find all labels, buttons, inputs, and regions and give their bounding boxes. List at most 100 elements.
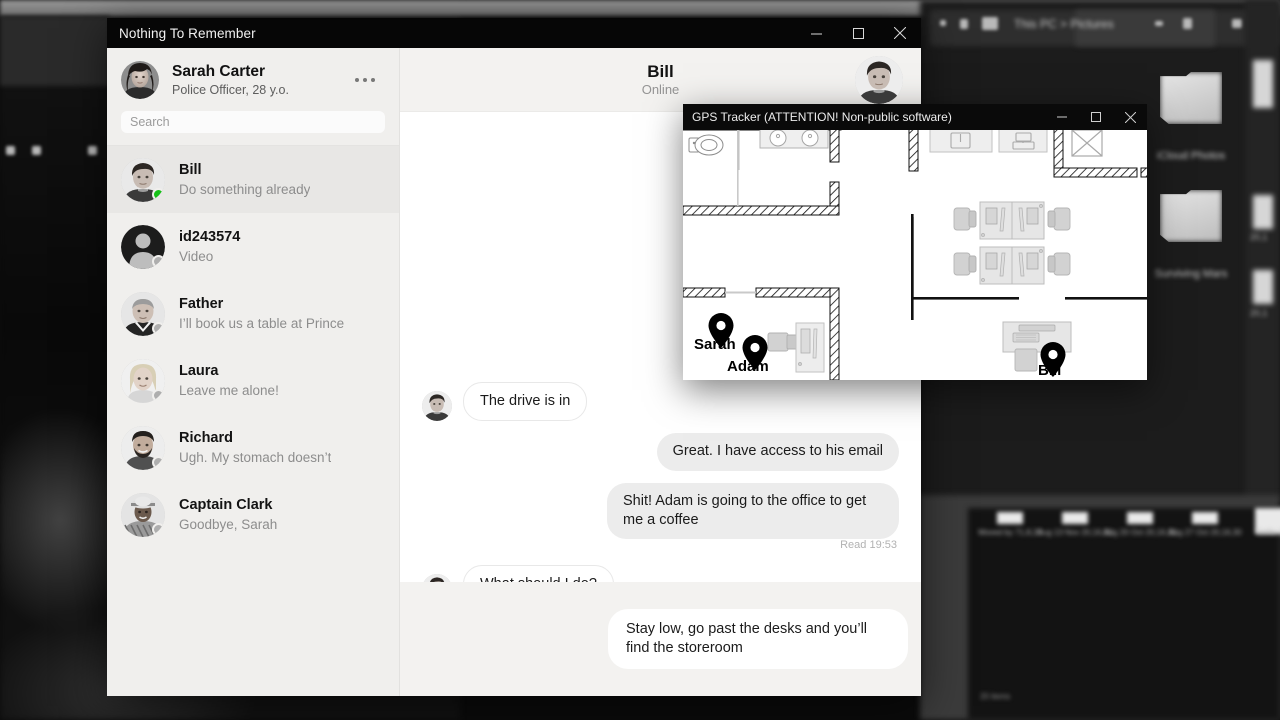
close-icon[interactable] (1113, 104, 1147, 130)
background-file-label: Selfie 20 (1256, 528, 1280, 537)
messenger-titlebar: Nothing To Remember (107, 18, 921, 48)
message-bubble: Shit! Adam is going to the office to get… (607, 482, 899, 540)
profile-name: Sarah Carter (172, 62, 266, 80)
contact-name: id243574 (179, 228, 241, 245)
background-thumb (997, 512, 1023, 524)
gps-window-title: GPS Tracker (ATTENTION! Non-public softw… (692, 110, 952, 124)
message-row: Shit! Adam is going to the office to get… (400, 482, 921, 540)
contact-preview: Ugh. My stomach doesn’t (179, 450, 332, 466)
background-icon (960, 19, 968, 29)
message-bubble: What should I do? (463, 565, 614, 582)
background-thumb (1192, 512, 1218, 524)
contact-preview: Do something already (179, 182, 311, 198)
contact-preview: Video (179, 249, 214, 265)
background-breadcrumb: This PC > Pictures (1014, 17, 1114, 31)
contact-name: Laura (179, 362, 219, 379)
maximize-icon[interactable] (1079, 104, 1113, 130)
messenger-window-title: Nothing To Remember (119, 25, 256, 41)
avatar (121, 224, 165, 269)
avatar (121, 492, 165, 537)
chat-contact-name: Bill (647, 61, 674, 81)
user-profile[interactable]: Sarah Carter Police Officer, 28 y.o. (107, 48, 399, 109)
floorplan-svg (683, 130, 1147, 380)
gps-titlebar: GPS Tracker (ATTENTION! Non-public softw… (683, 104, 1147, 130)
contact-preview: I’ll book us a table at Prince (179, 316, 345, 332)
contact-name: Bill (179, 161, 202, 178)
chat-header-titles: Bill Online (400, 62, 921, 98)
avatar (121, 358, 165, 403)
background-icon (1253, 270, 1273, 304)
message-bubble: The drive is in (463, 382, 588, 422)
chat-contact-status: Online (641, 82, 680, 98)
background-toolbar-left (0, 16, 110, 86)
contact-item-bill[interactable]: Bill Do something already (107, 146, 399, 213)
minimize-icon[interactable] (1045, 104, 1079, 130)
background-icon (940, 20, 946, 26)
message-row: Great. I have access to his email (400, 433, 921, 471)
sidebar: Sarah Carter Police Officer, 28 y.o. Sea… (107, 48, 400, 696)
background-icon (6, 146, 15, 155)
message-composer[interactable]: Stay low, go past the desks and you’ll f… (400, 582, 921, 696)
background-status-text: 20 items (980, 692, 1011, 701)
map-pin-label-bill: Bill (1038, 362, 1062, 379)
background-label: 20,1 (1250, 232, 1268, 242)
background-icon (32, 146, 41, 155)
background-lower-content (968, 508, 1280, 720)
status-indicator-offline (152, 522, 165, 536)
contact-item-richard[interactable]: Richard Ugh. My stomach doesn’t (107, 414, 399, 481)
map-pin-label-sarah: Sarah (694, 336, 736, 353)
background-icon (1253, 60, 1273, 108)
contact-preview: Leave me alone! (179, 383, 279, 399)
background-icon (1232, 19, 1242, 28)
avatar (121, 61, 159, 99)
draft-message[interactable]: Stay low, go past the desks and you’ll f… (608, 608, 908, 670)
avatar (422, 391, 452, 422)
background-icon (1183, 18, 1192, 29)
background-folder-icon (1160, 190, 1222, 242)
avatar (422, 574, 452, 582)
avatar (121, 291, 165, 336)
background-icon (1155, 21, 1163, 26)
contact-list: Bill Do something already id243574 Video… (107, 145, 399, 696)
status-indicator-offline (152, 388, 165, 402)
contact-item-captain-clark[interactable]: Captain Clark Goodbye, Sarah (107, 481, 399, 548)
background-thumb (1127, 512, 1153, 524)
maximize-icon[interactable] (837, 18, 879, 48)
avatar (121, 425, 165, 470)
contact-item-laura[interactable]: Laura Leave me alone! (107, 347, 399, 414)
status-indicator-online (152, 187, 165, 201)
contact-item-father[interactable]: Father I’ll book us a table at Prince (107, 280, 399, 347)
message-bubble: Great. I have access to his email (656, 433, 899, 471)
gps-tracker-window: GPS Tracker (ATTENTION! Non-public softw… (683, 104, 1147, 380)
read-receipt: Read 19:53 (840, 539, 897, 552)
chat-header-avatar[interactable] (855, 55, 903, 104)
search-input[interactable] (121, 111, 385, 133)
background-icon (1253, 195, 1273, 229)
contact-preview: Goodbye, Sarah (179, 517, 278, 533)
status-indicator-offline (152, 455, 165, 469)
map-pin-label-adam: Adam (727, 358, 769, 375)
contact-name: Richard (179, 429, 233, 446)
chat-header: Bill Online (400, 48, 921, 112)
status-indicator-offline (152, 321, 165, 335)
background-icon (88, 146, 97, 155)
background-label: 20,1 (1250, 308, 1268, 318)
profile-subtitle: Police Officer, 28 y.o. (172, 83, 289, 98)
status-indicator-offline (152, 254, 165, 268)
background-folder-label: Surviving Mars (1154, 268, 1228, 280)
background-folder-icon (1160, 72, 1222, 124)
search-container (107, 109, 399, 145)
close-icon[interactable] (879, 18, 921, 48)
message-row: The drive is in (400, 382, 921, 422)
background-icon (982, 17, 998, 30)
floorplan-map[interactable]: Sarah Adam Bill (683, 130, 1147, 380)
message-row: What should I do? (400, 565, 921, 582)
contact-item-id243574[interactable]: id243574 Video (107, 213, 399, 280)
minimize-icon[interactable] (795, 18, 837, 48)
contact-name: Captain Clark (179, 496, 273, 513)
background-folder-label: iCloud Photos (1156, 150, 1226, 162)
avatar (121, 157, 165, 202)
more-options-icon[interactable] (345, 78, 385, 82)
background-thumb (1062, 512, 1088, 524)
contact-name: Father (179, 295, 224, 312)
